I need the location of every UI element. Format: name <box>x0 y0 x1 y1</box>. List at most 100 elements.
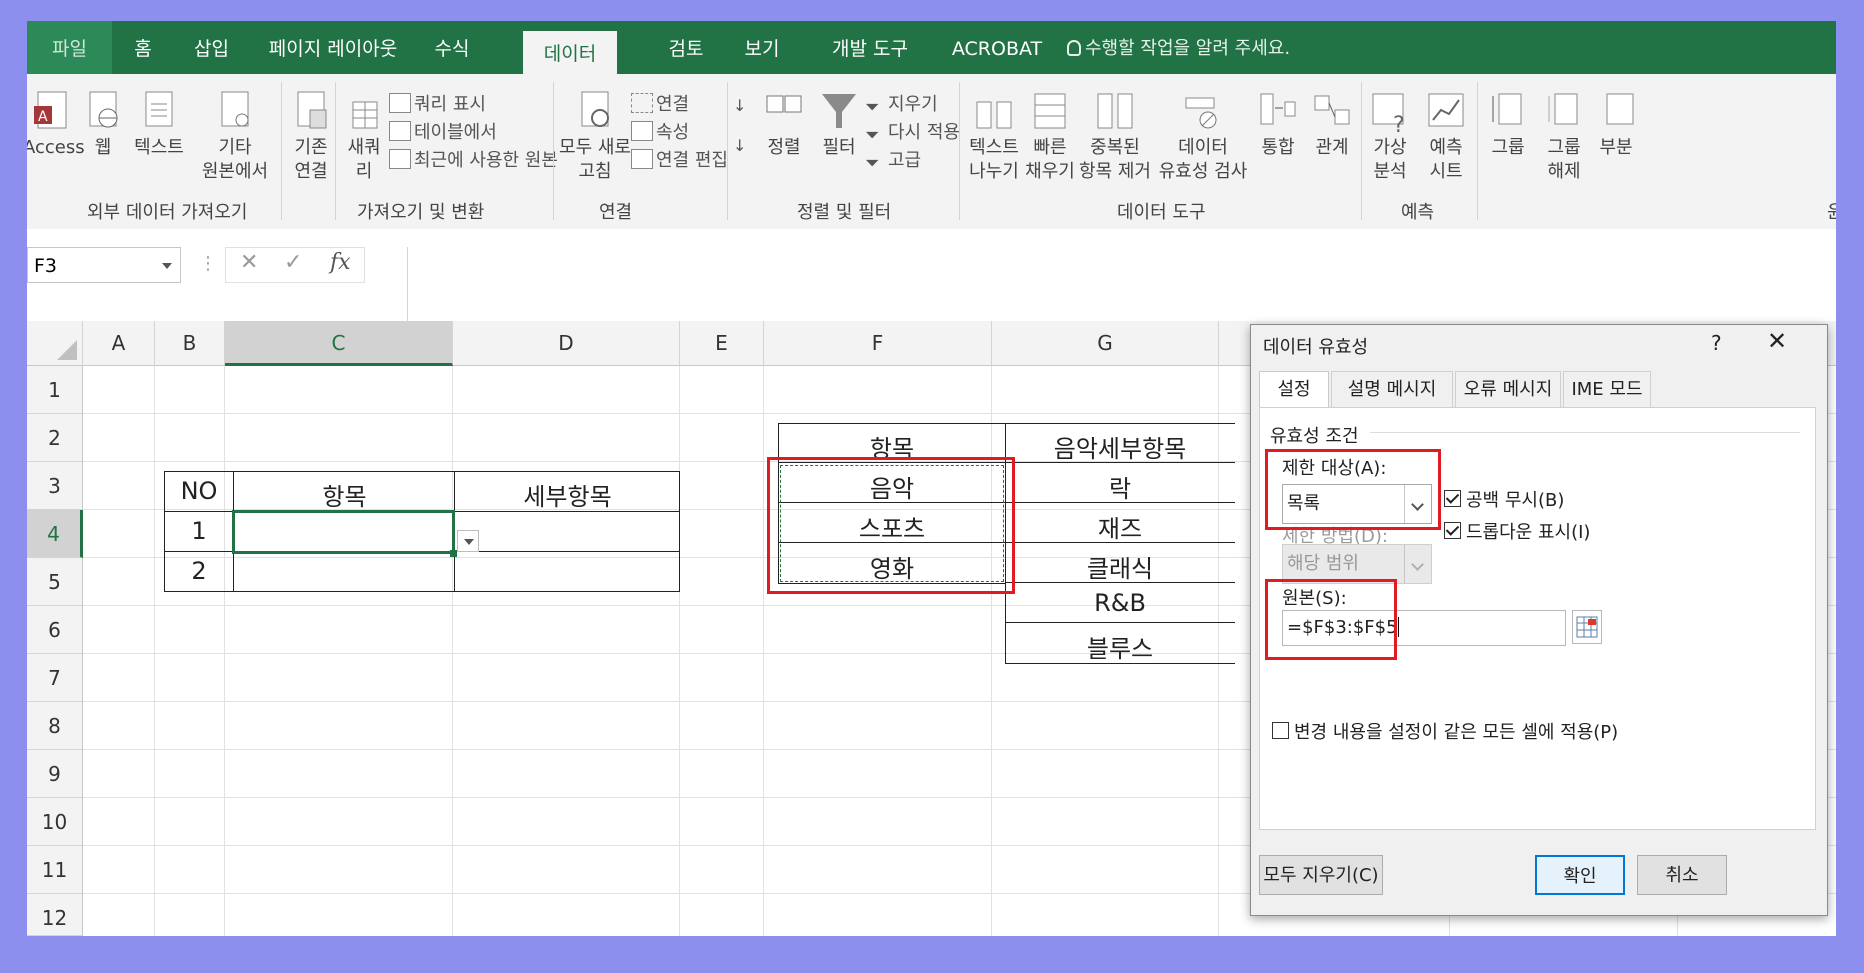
column-header-b[interactable]: B <box>155 321 225 366</box>
tab-acrobat[interactable]: ACROBAT <box>927 21 1067 74</box>
filter-button[interactable]: 필터 <box>817 88 861 160</box>
new-query-button[interactable]: 새쿼 리 <box>339 88 389 184</box>
dropdown-checkbox[interactable] <box>1444 522 1461 539</box>
row-header-7[interactable]: 7 <box>27 654 83 702</box>
tab-insert[interactable]: 삽입 <box>174 21 249 74</box>
access-button[interactable]: A Access <box>27 88 85 160</box>
ungroup-button[interactable]: 그룹 해제 <box>1539 88 1589 184</box>
recent-file-icon <box>389 149 411 169</box>
column-header-f[interactable]: F <box>764 321 992 366</box>
row-header-5[interactable]: 5 <box>27 558 83 606</box>
cell-d3[interactable]: 세부항목 <box>455 477 680 512</box>
name-box[interactable]: F3 <box>27 247 181 283</box>
tab-input-message[interactable]: 설명 메시지 <box>1331 371 1453 407</box>
collapse-dialog-button[interactable] <box>1572 610 1602 644</box>
row-header-4[interactable]: 4 <box>27 510 83 558</box>
row-header-10[interactable]: 10 <box>27 798 83 846</box>
active-cell-c4[interactable] <box>232 510 455 554</box>
cancel-button[interactable]: 취소 <box>1637 855 1727 895</box>
cell-g7[interactable]: 블루스 <box>1005 629 1235 664</box>
refresh-all-button[interactable]: 모두 새로 고침 <box>555 88 635 184</box>
cell-g2[interactable]: 음악세부항목 <box>1005 429 1235 464</box>
row-header-1[interactable]: 1 <box>27 366 83 414</box>
tab-review[interactable]: 검토 <box>652 21 720 74</box>
text-import-button[interactable]: 텍스트 <box>127 88 191 160</box>
sort-ascending-button[interactable]: ↓ <box>733 96 746 115</box>
cell-g6[interactable]: R&B <box>1005 589 1235 617</box>
column-header-d[interactable]: D <box>453 321 680 366</box>
cell-b4[interactable]: 1 <box>164 517 234 545</box>
tab-data[interactable]: 데이터 <box>523 31 617 74</box>
fill-handle[interactable] <box>450 550 457 557</box>
row-header-11[interactable]: 11 <box>27 846 83 894</box>
sort-descending-button[interactable]: ↓ <box>733 136 746 155</box>
advanced-filter-button[interactable]: ⏷ 고급 <box>865 146 921 174</box>
recent-sources-button[interactable]: 최근에 사용한 원본 <box>389 146 558 172</box>
column-header-a[interactable]: A <box>83 321 155 366</box>
ok-button[interactable]: 확인 <box>1535 855 1625 895</box>
tell-me-box[interactable]: 수행할 작업을 알려 주세요. <box>1067 21 1337 74</box>
data-validation-button[interactable]: 데이터 유효성 검사 <box>1153 88 1253 184</box>
connections-button[interactable]: 연결 <box>631 90 689 116</box>
cell-c3[interactable]: 항목 <box>234 477 455 512</box>
subtotal-button[interactable]: 부분 <box>1593 88 1639 160</box>
row-header-3[interactable]: 3 <box>27 462 83 510</box>
validation-dropdown-button[interactable] <box>457 530 479 552</box>
what-if-analysis-button[interactable]: ? 가상 분석 <box>1365 88 1415 184</box>
tab-settings[interactable]: 설정 <box>1259 371 1329 409</box>
apply-all-checkbox[interactable] <box>1272 722 1289 739</box>
clear-filter-button[interactable]: ⏷ 지우기 <box>865 90 938 118</box>
column-header-c[interactable]: C <box>225 321 453 366</box>
cell-b3[interactable]: NO <box>164 477 234 505</box>
row-header-6[interactable]: 6 <box>27 606 83 654</box>
show-queries-button[interactable]: 쿼리 표시 <box>389 90 486 116</box>
insert-function-icon[interactable]: fx <box>330 250 351 275</box>
reapply-button[interactable]: ⏷ 다시 적용 <box>865 118 960 146</box>
row-header-2[interactable]: 2 <box>27 414 83 462</box>
row-header-12[interactable]: 12 <box>27 894 83 936</box>
tab-home[interactable]: 홈 <box>112 21 174 74</box>
cell-g3[interactable]: 락 <box>1005 469 1235 504</box>
tab-file[interactable]: 파일 <box>27 21 112 74</box>
formula-buttons: ✕ ✓ fx <box>225 247 365 283</box>
flash-fill-button[interactable]: 빠른 채우기 <box>1023 88 1077 184</box>
other-sources-button[interactable]: 기타 원본에서 <box>193 88 277 184</box>
enter-icon[interactable]: ✓ <box>284 250 302 275</box>
cell-g5[interactable]: 클래식 <box>1005 549 1235 584</box>
column-header-g[interactable]: G <box>992 321 1219 366</box>
remove-duplicates-button[interactable]: 중복된 항목 제거 <box>1073 88 1157 184</box>
column-header-e[interactable]: E <box>680 321 764 366</box>
cell-g4[interactable]: 재즈 <box>1005 509 1235 544</box>
row-header-8[interactable]: 8 <box>27 702 83 750</box>
row-header-9[interactable]: 9 <box>27 750 83 798</box>
tab-page-layout[interactable]: 페이지 레이아웃 <box>249 21 417 74</box>
tab-view[interactable]: 보기 <box>727 21 797 74</box>
consolidate-button[interactable]: 통합 <box>1251 88 1305 160</box>
close-icon[interactable]: ✕ <box>1767 327 1787 355</box>
more-icon: ⋮ <box>199 253 217 274</box>
formula-input[interactable] <box>407 247 1836 321</box>
ignore-blank-checkbox[interactable] <box>1444 490 1461 507</box>
cancel-icon[interactable]: ✕ <box>240 250 258 275</box>
edit-links-button[interactable]: 연결 편집 <box>631 146 728 172</box>
text-to-columns-button[interactable]: 텍스트 나누기 <box>963 88 1025 184</box>
clear-all-button[interactable]: 모두 지우기(C) <box>1259 855 1383 895</box>
tab-developer[interactable]: 개발 도구 <box>817 21 923 74</box>
sort-button[interactable]: 정렬 <box>761 88 807 160</box>
tab-ime-mode[interactable]: IME 모드 <box>1563 371 1651 407</box>
web-button[interactable]: 웹 <box>81 88 125 160</box>
tab-formulas[interactable]: 수식 <box>417 21 487 74</box>
existing-connections-button[interactable]: 기존 연결 <box>285 88 337 184</box>
relationships-button[interactable]: 관계 <box>1307 88 1357 160</box>
tab-error-alert[interactable]: 오류 메시지 <box>1455 371 1561 407</box>
group-label-external-data: 외부 데이터 가져오기 <box>87 202 248 223</box>
red-highlight-range <box>767 457 1015 594</box>
help-button[interactable]: ? <box>1711 331 1722 355</box>
select-all-button[interactable] <box>27 321 83 366</box>
forecast-sheet-button[interactable]: 예측 시트 <box>1421 88 1471 184</box>
properties-button[interactable]: 속성 <box>631 118 689 144</box>
from-table-button[interactable]: 테이블에서 <box>389 118 497 144</box>
cell-b5[interactable]: 2 <box>164 557 234 585</box>
group-button[interactable]: 그룹 <box>1483 88 1533 160</box>
data-select[interactable]: 해당 범위 <box>1282 544 1432 584</box>
